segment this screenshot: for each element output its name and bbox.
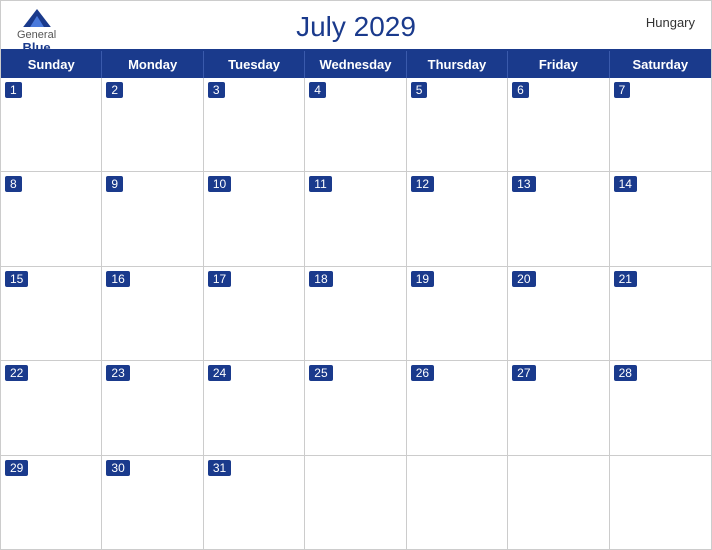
date-number: 19	[411, 271, 434, 287]
date-number: 6	[512, 82, 529, 98]
date-number: 17	[208, 271, 231, 287]
date-number: 9	[106, 176, 123, 192]
date-number: 3	[208, 82, 225, 98]
country-label: Hungary	[646, 15, 695, 30]
day-cell: 28	[610, 361, 711, 454]
date-number: 5	[411, 82, 428, 98]
day-cell	[610, 456, 711, 549]
day-cell: 8	[1, 172, 102, 265]
day-cell: 24	[204, 361, 305, 454]
date-number: 11	[309, 176, 331, 192]
day-cell: 26	[407, 361, 508, 454]
day-cell: 20	[508, 267, 609, 360]
day-cell: 22	[1, 361, 102, 454]
date-number: 23	[106, 365, 129, 381]
day-cell: 13	[508, 172, 609, 265]
calendar-container: General Blue July 2029 Hungary Sunday Mo…	[0, 0, 712, 550]
day-cell: 5	[407, 78, 508, 171]
day-cell: 16	[102, 267, 203, 360]
day-cell: 2	[102, 78, 203, 171]
date-number: 27	[512, 365, 535, 381]
date-number: 7	[614, 82, 631, 98]
day-headers: Sunday Monday Tuesday Wednesday Thursday…	[1, 51, 711, 78]
day-cell: 23	[102, 361, 203, 454]
date-number: 29	[5, 460, 28, 476]
day-cell: 6	[508, 78, 609, 171]
date-number: 20	[512, 271, 535, 287]
day-cell: 25	[305, 361, 406, 454]
day-cell: 9	[102, 172, 203, 265]
header-thursday: Thursday	[407, 51, 508, 78]
day-cell: 30	[102, 456, 203, 549]
day-cell: 18	[305, 267, 406, 360]
day-cell: 12	[407, 172, 508, 265]
date-number: 15	[5, 271, 28, 287]
calendar-grid: Sunday Monday Tuesday Wednesday Thursday…	[1, 49, 711, 549]
date-number: 8	[5, 176, 22, 192]
day-cell	[407, 456, 508, 549]
day-cell: 21	[610, 267, 711, 360]
date-number: 10	[208, 176, 231, 192]
date-number: 16	[106, 271, 129, 287]
day-cell: 17	[204, 267, 305, 360]
day-cell: 11	[305, 172, 406, 265]
day-cell: 3	[204, 78, 305, 171]
week-row-1: 1 2 3 4 5 6 7	[1, 78, 711, 172]
day-cell: 15	[1, 267, 102, 360]
week-row-2: 8 9 10 11 12 13 14	[1, 172, 711, 266]
date-number: 21	[614, 271, 637, 287]
date-number: 13	[512, 176, 535, 192]
date-number: 22	[5, 365, 28, 381]
date-number: 28	[614, 365, 637, 381]
date-number: 18	[309, 271, 332, 287]
header-wednesday: Wednesday	[305, 51, 406, 78]
header-saturday: Saturday	[610, 51, 711, 78]
week-row-3: 15 16 17 18 19 20 21	[1, 267, 711, 361]
date-number: 4	[309, 82, 326, 98]
day-cell	[305, 456, 406, 549]
calendar-header: General Blue July 2029 Hungary	[1, 1, 711, 49]
month-title: July 2029	[296, 11, 416, 43]
header-tuesday: Tuesday	[204, 51, 305, 78]
day-cell	[508, 456, 609, 549]
weeks-container: 1234567891011121314151617181920212223242…	[1, 78, 711, 549]
date-number: 12	[411, 176, 434, 192]
date-number: 31	[208, 460, 231, 476]
day-cell: 19	[407, 267, 508, 360]
day-cell: 31	[204, 456, 305, 549]
day-cell: 7	[610, 78, 711, 171]
day-cell: 10	[204, 172, 305, 265]
day-cell: 29	[1, 456, 102, 549]
day-cell: 27	[508, 361, 609, 454]
week-row-5: 29 30 31	[1, 456, 711, 549]
logo-blue-text: Blue	[22, 41, 50, 55]
header-monday: Monday	[102, 51, 203, 78]
logo-area: General Blue	[17, 9, 56, 55]
day-cell: 1	[1, 78, 102, 171]
week-row-4: 22 23 24 25 26 27 28	[1, 361, 711, 455]
header-friday: Friday	[508, 51, 609, 78]
date-number: 25	[309, 365, 332, 381]
date-number: 24	[208, 365, 231, 381]
day-cell: 4	[305, 78, 406, 171]
date-number: 1	[5, 82, 22, 98]
date-number: 26	[411, 365, 434, 381]
day-cell: 14	[610, 172, 711, 265]
date-number: 30	[106, 460, 129, 476]
logo-icon	[23, 9, 51, 27]
date-number: 14	[614, 176, 637, 192]
date-number: 2	[106, 82, 123, 98]
